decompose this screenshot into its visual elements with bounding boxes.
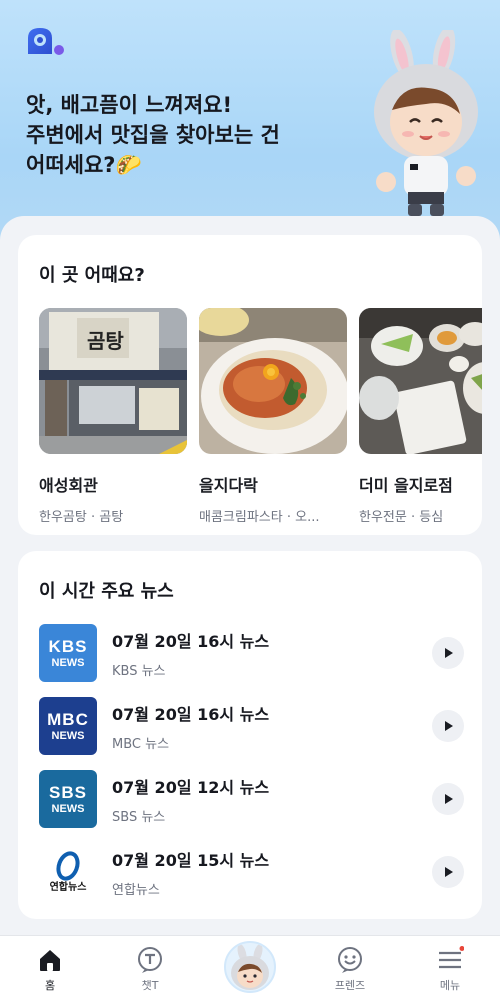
play-button[interactable] bbox=[432, 783, 464, 815]
play-button[interactable] bbox=[432, 710, 464, 742]
news-card: 이 시간 주요 뉴스 KBS NEWS 07월 20일 16시 뉴스 KBS 뉴… bbox=[18, 551, 482, 919]
place-item[interactable]: 곰탕 애성회관 한우곰탕 · 곰탕 bbox=[39, 308, 187, 525]
yonhap-mark-icon bbox=[56, 851, 80, 881]
mascot-illustration bbox=[374, 30, 478, 216]
logo-subtext: 연합뉴스 bbox=[49, 882, 87, 893]
place-name: 을지다락 bbox=[199, 476, 258, 495]
play-icon bbox=[445, 794, 453, 804]
logo-text: KBS bbox=[48, 636, 88, 656]
place-recommend-card: 이 곳 어때요? 곰탕 애성회관 한우곰탕 · 곰탕 을지다락 매콤크림파스타 … bbox=[18, 235, 482, 535]
hero-title-line-2: 주변에서 맛집을 찾아보는 건 bbox=[26, 123, 280, 147]
news-item[interactable]: MBC NEWS 07월 20일 16시 뉴스 MBC 뉴스 bbox=[39, 697, 464, 757]
logo-text: SBS bbox=[49, 782, 87, 802]
play-icon bbox=[445, 867, 453, 877]
tab-label: 프렌즈 bbox=[334, 979, 366, 992]
place-item[interactable]: 더미 을지로점 한우전문 · 등심 bbox=[359, 308, 482, 525]
news-section-title: 이 시간 주요 뉴스 bbox=[39, 581, 174, 602]
logo-subtext: NEWS bbox=[51, 802, 85, 815]
tab-label: 홈 bbox=[44, 979, 56, 992]
logo-subtext: NEWS bbox=[51, 656, 85, 669]
place-photo bbox=[199, 308, 347, 454]
news-title: 07월 20일 15시 뉴스 bbox=[112, 851, 270, 870]
place-section-title: 이 곳 어때요? bbox=[39, 265, 145, 286]
svg-text:곰탕: 곰탕 bbox=[87, 329, 124, 353]
hero-title: 앗, 배고픔이 느껴져요! 주변에서 맛집을 찾아보는 건 어떠세요?🌮 bbox=[26, 90, 346, 180]
tab-menu[interactable]: 메뉴 bbox=[400, 936, 500, 1001]
app-logo[interactable] bbox=[26, 26, 66, 58]
place-photo: 곰탕 bbox=[39, 308, 187, 454]
news-item[interactable]: 연합뉴스 07월 20일 15시 뉴스 연합뉴스 bbox=[39, 843, 464, 903]
play-button[interactable] bbox=[432, 856, 464, 888]
place-desc: 한우전문 · 등심 bbox=[359, 510, 444, 525]
news-source: MBC 뉴스 bbox=[112, 737, 170, 752]
play-icon bbox=[445, 648, 453, 658]
place-photo bbox=[359, 308, 482, 454]
hero-title-line-1: 앗, 배고픔이 느껴져요! bbox=[26, 93, 233, 117]
menu-icon bbox=[439, 946, 464, 969]
logo-text: MBC bbox=[47, 709, 89, 729]
place-desc: 한우곰탕 · 곰탕 bbox=[39, 510, 124, 525]
news-item[interactable]: KBS NEWS 07월 20일 16시 뉴스 KBS 뉴스 bbox=[39, 624, 464, 684]
place-item[interactable]: 을지다락 매콤크림파스타 · 오... bbox=[199, 308, 347, 525]
logo-subtext: NEWS bbox=[51, 729, 85, 742]
news-title: 07월 20일 16시 뉴스 bbox=[112, 705, 270, 724]
yonhap-logo-icon: 연합뉴스 bbox=[39, 843, 97, 901]
sbs-logo-icon: SBS NEWS bbox=[39, 770, 97, 828]
home-icon bbox=[40, 950, 60, 971]
avatar-character bbox=[231, 944, 269, 990]
place-desc: 매콤크림파스타 · 오... bbox=[199, 510, 320, 525]
chat-icon bbox=[138, 947, 162, 973]
tab-label: 메뉴 bbox=[439, 979, 461, 992]
mbc-logo-icon: MBC NEWS bbox=[39, 697, 97, 755]
tab-friends[interactable]: 프렌즈 bbox=[300, 936, 400, 1001]
tab-label: 챗T bbox=[141, 979, 159, 992]
news-title: 07월 20일 12시 뉴스 bbox=[112, 778, 270, 797]
place-name: 더미 을지로점 bbox=[359, 476, 453, 495]
kbs-logo-icon: KBS NEWS bbox=[39, 624, 97, 682]
hero-title-line-3: 어떠세요?🌮 bbox=[26, 153, 142, 177]
play-icon bbox=[445, 721, 453, 731]
avatar[interactable] bbox=[224, 941, 276, 993]
play-button[interactable] bbox=[432, 637, 464, 669]
place-name: 애성회관 bbox=[39, 476, 98, 495]
news-item[interactable]: SBS NEWS 07월 20일 12시 뉴스 SBS 뉴스 bbox=[39, 770, 464, 830]
tab-home[interactable]: 홈 bbox=[0, 936, 100, 1001]
news-title: 07월 20일 16시 뉴스 bbox=[112, 632, 270, 651]
news-source: 연합뉴스 bbox=[112, 883, 160, 898]
friends-icon bbox=[338, 947, 362, 973]
news-source: KBS 뉴스 bbox=[112, 664, 166, 679]
news-source: SBS 뉴스 bbox=[112, 810, 166, 825]
tab-chat[interactable]: 챗T bbox=[100, 936, 200, 1001]
